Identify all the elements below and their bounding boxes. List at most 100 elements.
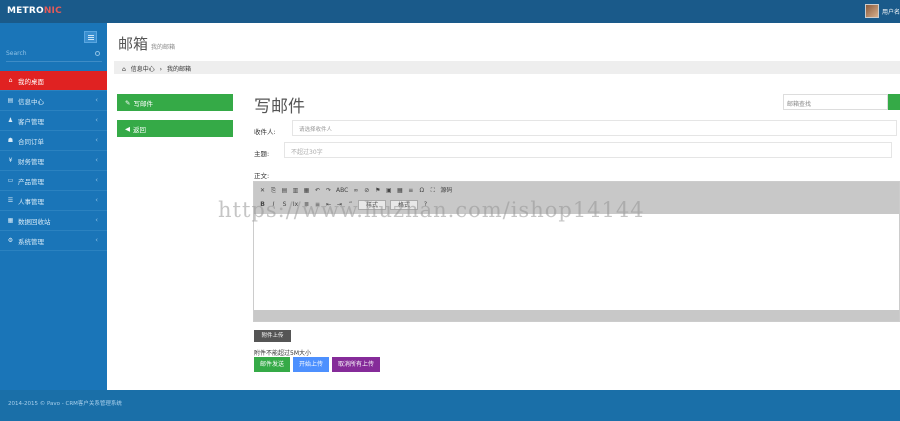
sidebar-item-info[interactable]: ▤ 信息中心 ‹ xyxy=(0,91,107,111)
bold-icon[interactable]: B xyxy=(259,200,266,210)
breadcrumb-item[interactable]: 我的邮箱 xyxy=(167,66,191,73)
remove-format-icon[interactable]: Ix xyxy=(292,200,299,210)
breadcrumb-item[interactable]: 信息中心 xyxy=(131,66,155,73)
anchor-icon[interactable]: ⚑ xyxy=(374,186,381,196)
link-icon[interactable]: ∞ xyxy=(352,186,359,196)
top-header: METRONIC 用户名 xyxy=(0,0,900,23)
attach-upload-button[interactable]: 附件上传 xyxy=(254,330,291,342)
chevron-left-icon: ‹ xyxy=(95,216,98,224)
sidebar-search-input[interactable]: Search xyxy=(6,50,102,62)
subject-label: 主题: xyxy=(254,150,270,158)
search-icon[interactable] xyxy=(95,51,100,56)
subject-input[interactable]: 不超过30字 xyxy=(284,142,892,158)
cut-icon[interactable]: ✕ xyxy=(259,186,266,196)
logo-accent-text: NIC xyxy=(43,6,62,16)
sidebar-item-system[interactable]: ⚙ 系统管理 ‹ xyxy=(0,231,107,251)
chevron-left-icon: ‹ xyxy=(95,96,98,104)
spellcheck-icon[interactable]: ABC xyxy=(336,186,348,196)
cancel-all-upload-button[interactable]: 取消所有上传 xyxy=(332,357,381,372)
chevron-left-icon: ‹ xyxy=(95,156,98,164)
unlink-icon[interactable]: ⊘ xyxy=(363,186,370,196)
italic-icon[interactable]: I xyxy=(270,200,277,210)
sidebar-item-hr[interactable]: ☰ 人事管理 ‹ xyxy=(0,191,107,211)
bullet-list-icon[interactable]: ≡ xyxy=(314,200,321,210)
sidebar-item-products[interactable]: ▭ 产品管理 ‹ xyxy=(0,171,107,191)
strike-icon[interactable]: S xyxy=(281,200,288,210)
help-icon[interactable]: ? xyxy=(422,200,429,210)
chevron-left-icon: ‹ xyxy=(95,236,98,244)
image-icon[interactable]: ▣ xyxy=(385,186,392,196)
recipient-input[interactable]: 请选择收件人 xyxy=(292,120,897,136)
source-button[interactable]: 源码 xyxy=(440,186,452,196)
sidebar-item-finance[interactable]: ¥ 财务管理 ‹ xyxy=(0,151,107,171)
numbered-list-icon[interactable]: ≣ xyxy=(303,200,310,210)
finance-icon: ¥ xyxy=(8,157,13,164)
page-footer: 2014-2015 © Pavo - CRM客户关系管理系统 xyxy=(0,390,900,421)
logo-text: METRO xyxy=(7,6,44,16)
sidebar-item-orders[interactable]: ☗ 合同订单 ‹ xyxy=(0,131,107,151)
sidebar-item-recycle[interactable]: ▦ 数据回收站 ‹ xyxy=(0,211,107,231)
compose-label: 写邮件 xyxy=(133,99,153,108)
toolbar-row-1: ✕ ⎘ ▤ ▥ ▦ ↶ ↷ ABC ∞ ⊘ ⚑ ▣ ▦ ≡ Ω ⛶ 源码 xyxy=(259,185,452,197)
special-char-icon[interactable]: Ω xyxy=(418,186,425,196)
maximize-icon[interactable]: ⛶ xyxy=(429,186,436,196)
sidebar-item-label: 数据回收站 xyxy=(18,217,51,226)
undo-icon[interactable]: ↶ xyxy=(314,186,321,196)
sidebar-toggle-icon[interactable] xyxy=(84,31,97,43)
sidebar-item-label: 我的桌面 xyxy=(18,77,44,86)
page-title: 邮箱 我的邮箱 xyxy=(118,33,175,54)
mail-search-input[interactable]: 邮箱查找 xyxy=(783,94,888,110)
start-upload-button[interactable]: 开始上传 xyxy=(293,357,330,372)
sidebar: Search ⌂ 我的桌面 ▤ 信息中心 ‹ ♟ 客户管理 ‹ ☗ 合同订单 ‹ ¥ 财务管理 ‹… xyxy=(0,23,107,390)
home-icon: ⌂ xyxy=(8,77,13,84)
search-button[interactable] xyxy=(888,94,900,110)
compose-button[interactable]: ✎ 写邮件 xyxy=(117,94,233,111)
toolbar-row-2: B I S Ix ≣ ≡ ⇤ ⇥ ” 样式 格式 ? xyxy=(259,199,429,211)
user-name: 用户名 xyxy=(881,8,900,16)
editor-toolbar: ✕ ⎘ ▤ ▥ ▦ ↶ ↷ ABC ∞ ⊘ ⚑ ▣ ▦ ≡ Ω ⛶ 源码 B I xyxy=(254,182,899,214)
sidebar-item-label: 合同订单 xyxy=(18,137,44,146)
page-subtitle: 我的邮箱 xyxy=(151,44,176,51)
paste-text-icon[interactable]: ▥ xyxy=(292,186,299,196)
back-label: 返回 xyxy=(133,125,146,134)
sidebar-item-customers[interactable]: ♟ 客户管理 ‹ xyxy=(0,111,107,131)
chevron-left-icon: ‹ xyxy=(95,176,98,184)
send-mail-button[interactable]: 邮件发送 xyxy=(254,357,291,372)
user-menu[interactable]: 用户名 xyxy=(864,4,900,18)
outdent-icon[interactable]: ⇤ xyxy=(325,200,332,210)
table-icon[interactable]: ▦ xyxy=(396,186,403,196)
action-buttons: 邮件发送 开始上传 取消所有上传 xyxy=(254,357,381,372)
home-icon[interactable]: ⌂ xyxy=(122,66,126,73)
info-icon: ▤ xyxy=(7,97,14,104)
chevron-left-icon: ‹ xyxy=(95,196,98,204)
compose-title: 写邮件 xyxy=(254,97,305,117)
app-logo[interactable]: METRONIC xyxy=(7,6,62,16)
footer-copyright: 2014-2015 © Pavo - CRM客户关系管理系统 xyxy=(8,401,122,407)
sidebar-menu: ⌂ 我的桌面 ▤ 信息中心 ‹ ♟ 客户管理 ‹ ☗ 合同订单 ‹ ¥ 财务管理 ‹ ▭ 产品管理 ‹… xyxy=(0,71,107,251)
data-icon: ▦ xyxy=(7,217,14,224)
sidebar-item-label: 财务管理 xyxy=(18,157,44,166)
breadcrumb: ⌂ 信息中心 › 我的邮箱 xyxy=(114,61,900,74)
attach-size-note: 附件不能超过5M大小 xyxy=(254,350,311,357)
indent-icon[interactable]: ⇥ xyxy=(336,200,343,210)
chevron-left-icon: ‹ xyxy=(95,136,98,144)
product-icon: ▭ xyxy=(7,177,14,184)
copy-icon[interactable]: ⎘ xyxy=(270,186,277,196)
sidebar-item-label: 信息中心 xyxy=(18,97,44,106)
back-button[interactable]: ◀ 返回 xyxy=(117,120,233,137)
sidebar-item-desktop[interactable]: ⌂ 我的桌面 xyxy=(0,71,107,91)
paste-icon[interactable]: ▤ xyxy=(281,186,288,196)
body-label: 正文: xyxy=(254,172,270,180)
sidebar-item-label: 人事管理 xyxy=(18,197,44,206)
settings-icon: ⚙ xyxy=(7,237,14,244)
sidebar-item-label: 产品管理 xyxy=(18,177,44,186)
style-select[interactable]: 样式 xyxy=(358,200,386,210)
blockquote-icon[interactable]: ” xyxy=(347,200,354,210)
rich-text-editor[interactable]: ✕ ⎘ ▤ ▥ ▦ ↶ ↷ ABC ∞ ⊘ ⚑ ▣ ▦ ≡ Ω ⛶ 源码 B I xyxy=(253,181,900,322)
paste-word-icon[interactable]: ▦ xyxy=(303,186,310,196)
format-select[interactable]: 格式 xyxy=(390,200,418,210)
page-title-text: 邮箱 xyxy=(118,35,149,53)
redo-icon[interactable]: ↷ xyxy=(325,186,332,196)
hr-icon[interactable]: ≡ xyxy=(407,186,414,196)
search-placeholder: Search xyxy=(6,50,27,57)
